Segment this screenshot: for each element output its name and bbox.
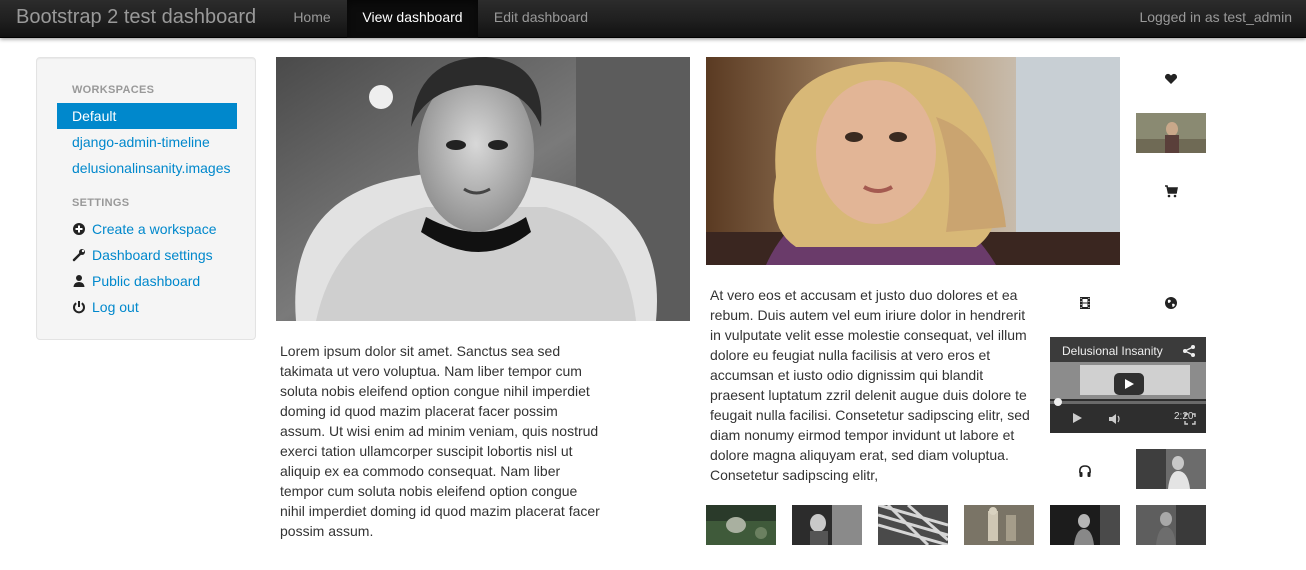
tab-edit-dashboard[interactable]: Edit dashboard bbox=[478, 0, 604, 38]
sidebar-item-django-admin-timeline[interactable]: django-admin-timeline bbox=[57, 129, 237, 155]
power-icon bbox=[72, 296, 86, 314]
portrait-photo-color[interactable] bbox=[706, 57, 1120, 265]
dashboard-settings-link[interactable]: Dashboard settings bbox=[57, 242, 237, 268]
logged-in-user: Logged in as test_admin bbox=[1139, 9, 1292, 25]
thumbnail-strip-1[interactable] bbox=[706, 505, 776, 545]
film-icon[interactable] bbox=[1078, 296, 1092, 310]
cart-icon[interactable] bbox=[1164, 184, 1178, 198]
volume-icon[interactable] bbox=[1108, 412, 1122, 424]
log-out-link[interactable]: Log out bbox=[57, 294, 237, 320]
public-dashboard-label: Public dashboard bbox=[92, 273, 201, 289]
tab-view-dashboard[interactable]: View dashboard bbox=[347, 0, 478, 38]
globe-icon[interactable] bbox=[1164, 296, 1178, 310]
create-workspace-link[interactable]: Create a workspace bbox=[57, 216, 237, 242]
thumbnail-strip-2[interactable] bbox=[792, 505, 862, 545]
sidebar-item-delusionalinsanity-images[interactable]: delusionalinsanity.images bbox=[57, 155, 237, 181]
dashboard-settings-label: Dashboard settings bbox=[92, 247, 213, 263]
plus-circle-icon bbox=[72, 218, 86, 235]
user-icon bbox=[72, 270, 86, 287]
public-dashboard-link[interactable]: Public dashboard bbox=[57, 268, 237, 294]
text-block-left: Lorem ipsum dolor sit amet. Sanctus sea … bbox=[280, 343, 600, 539]
text-block-right: At vero eos et accusam et justo duo dolo… bbox=[710, 287, 1030, 483]
tab-home[interactable]: Home bbox=[277, 0, 347, 38]
thumbnail-strip-3[interactable] bbox=[878, 505, 948, 545]
thumbnail-photo-2[interactable] bbox=[1136, 449, 1206, 489]
thumbnail-strip-4[interactable] bbox=[964, 505, 1034, 545]
heart-icon[interactable] bbox=[1164, 72, 1178, 86]
navbar: Bootstrap 2 test dashboard Home View das… bbox=[0, 0, 1306, 38]
portrait-photo-bw[interactable] bbox=[276, 57, 690, 321]
wrench-icon bbox=[72, 244, 86, 262]
settings-header: SETTINGS bbox=[72, 197, 130, 209]
log-out-label: Log out bbox=[92, 299, 139, 315]
sidebar: WORKSPACES Default django-admin-timeline… bbox=[36, 57, 256, 340]
thumbnail-strip-5[interactable] bbox=[1050, 505, 1120, 545]
thumbnail-photo-1[interactable] bbox=[1136, 113, 1206, 153]
sidebar-item-default[interactable]: Default bbox=[57, 103, 237, 129]
play-button[interactable] bbox=[1114, 373, 1144, 395]
create-workspace-label: Create a workspace bbox=[92, 221, 217, 237]
share-icon[interactable] bbox=[1182, 344, 1196, 358]
fullscreen-icon[interactable] bbox=[1184, 412, 1196, 425]
video-player[interactable]: Delusional Insanity 2:20 bbox=[1050, 337, 1206, 433]
video-title: Delusional Insanity bbox=[1062, 344, 1163, 358]
thumbnail-strip-6[interactable] bbox=[1136, 505, 1206, 545]
workspaces-header: WORKSPACES bbox=[72, 84, 155, 96]
headphones-icon[interactable] bbox=[1078, 464, 1092, 478]
brand-link[interactable]: Bootstrap 2 test dashboard bbox=[16, 6, 256, 29]
play-control-icon[interactable] bbox=[1070, 411, 1084, 425]
